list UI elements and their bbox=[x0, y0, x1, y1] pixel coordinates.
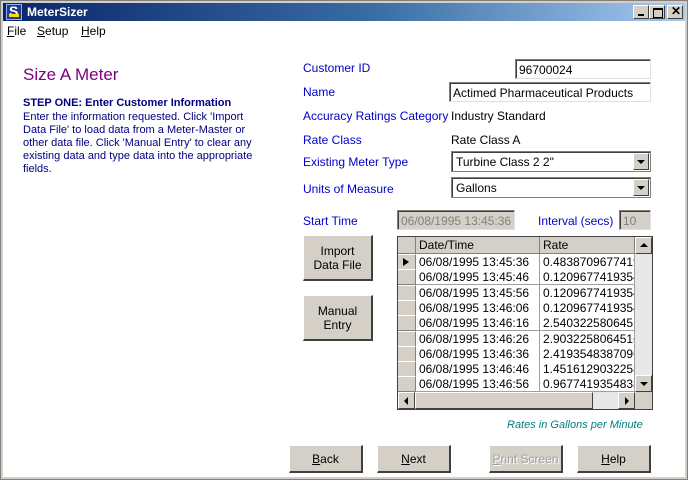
name-field[interactable]: Actimed Pharmaceutical Products bbox=[449, 82, 651, 102]
customer-id-field[interactable]: 96700024 bbox=[515, 59, 651, 79]
help-button[interactable]: Help bbox=[577, 445, 651, 473]
grid-cell-datetime[interactable]: 06/08/1995 13:46:16 bbox=[416, 315, 540, 331]
grid-cell-rate[interactable]: 2.54032258064516 bbox=[540, 315, 635, 331]
maximize-button[interactable] bbox=[649, 5, 665, 19]
print-screen-button[interactable]: Print Screen bbox=[489, 445, 563, 473]
grid-cell-datetime[interactable]: 06/08/1995 13:45:46 bbox=[416, 269, 540, 285]
horizontal-scrollbar[interactable] bbox=[398, 392, 635, 409]
row-selector[interactable] bbox=[398, 376, 416, 392]
meter-type-select[interactable]: Turbine Class 2 2" bbox=[451, 151, 651, 172]
row-selector[interactable] bbox=[398, 315, 416, 331]
back-button[interactable]: Back bbox=[289, 445, 363, 473]
grid-cell-rate[interactable]: 0.48387096774193 bbox=[540, 254, 635, 270]
grid-cell-datetime[interactable]: 06/08/1995 13:46:26 bbox=[416, 331, 540, 347]
vertical-scrollbar[interactable] bbox=[635, 237, 652, 392]
grid-cell-datetime[interactable]: 06/08/1995 13:46:46 bbox=[416, 361, 540, 377]
chevron-down-icon[interactable] bbox=[633, 153, 649, 170]
row-selector[interactable] bbox=[398, 346, 416, 362]
interval-field: 10 bbox=[619, 210, 651, 230]
step-heading: STEP ONE: Enter Customer Information bbox=[23, 97, 232, 109]
units-label: Units of Measure bbox=[303, 182, 394, 196]
grid-cell-datetime[interactable]: 06/08/1995 13:46:36 bbox=[416, 346, 540, 362]
close-button[interactable]: ✕ bbox=[667, 4, 683, 19]
interval-label: Interval (secs) bbox=[538, 214, 614, 228]
grid-cell-rate[interactable]: 0.12096774193548 bbox=[540, 300, 635, 316]
row-selector[interactable] bbox=[398, 331, 416, 347]
menu-bar: File Setup Help bbox=[3, 21, 685, 41]
instructions-text: Enter the information requested. Click '… bbox=[23, 111, 253, 175]
name-label: Name bbox=[303, 85, 336, 99]
units-select[interactable]: Gallons bbox=[451, 177, 651, 198]
rate-data-grid[interactable]: Date/Time Rate 06/08/1995 13:45:36 0.4838… bbox=[397, 236, 653, 410]
units-value: Gallons bbox=[456, 181, 497, 195]
app-window: S MeterSizer ✕ File Setup Help Size A Me… bbox=[0, 0, 688, 480]
grid-cell-rate[interactable]: 0.96774193548387 bbox=[540, 376, 635, 392]
grid-corner-header bbox=[398, 237, 416, 254]
current-row-pointer-icon bbox=[403, 258, 409, 266]
grid-cell-rate[interactable]: 2.41935483870967 bbox=[540, 346, 635, 362]
row-selector[interactable] bbox=[398, 300, 416, 316]
grid-cell-rate[interactable]: 0.12096774193548 bbox=[540, 269, 635, 285]
rates-units-note: Rates in Gallons per Minute bbox=[507, 419, 643, 431]
grid-cell-datetime[interactable]: 06/08/1995 13:46:56 bbox=[416, 376, 540, 392]
row-selector[interactable] bbox=[398, 361, 416, 377]
page-title: Size A Meter bbox=[23, 65, 119, 84]
rate-class-label: Rate Class bbox=[303, 133, 362, 147]
app-icon[interactable]: S bbox=[6, 3, 22, 20]
minimize-button[interactable] bbox=[633, 5, 649, 19]
scroll-right-button[interactable] bbox=[618, 392, 635, 409]
customer-id-label: Customer ID bbox=[303, 61, 371, 75]
accuracy-label: Accuracy Ratings Category bbox=[303, 109, 449, 123]
import-data-file-button[interactable]: Import Data File bbox=[303, 235, 373, 281]
window-title: MeterSizer bbox=[27, 5, 88, 19]
grid-cell-datetime[interactable]: 06/08/1995 13:45:56 bbox=[416, 285, 540, 301]
column-header-rate[interactable]: Rate bbox=[540, 237, 635, 254]
title-bar[interactable]: S MeterSizer ✕ bbox=[3, 3, 685, 21]
scroll-up-button[interactable] bbox=[635, 237, 652, 254]
column-header-datetime[interactable]: Date/Time bbox=[416, 237, 540, 254]
rate-class-value: Rate Class A bbox=[451, 133, 521, 147]
grid-cell-datetime[interactable]: 06/08/1995 13:46:06 bbox=[416, 300, 540, 316]
horizontal-scroll-thumb[interactable] bbox=[415, 392, 593, 409]
start-time-field: 06/08/1995 13:45:36 bbox=[397, 210, 515, 230]
row-selector[interactable] bbox=[398, 269, 416, 285]
scroll-down-button[interactable] bbox=[635, 375, 652, 392]
grid-cell-rate[interactable]: 2.90322580645161 bbox=[540, 331, 635, 347]
meter-type-label: Existing Meter Type bbox=[303, 155, 409, 169]
grid-cell-datetime[interactable]: 06/08/1995 13:45:36 bbox=[416, 254, 540, 270]
main-panel: Size A Meter STEP ONE: Enter Customer In… bbox=[3, 41, 685, 477]
meter-type-value: Turbine Class 2 2" bbox=[456, 155, 554, 169]
next-button[interactable]: Next bbox=[377, 445, 451, 473]
row-selector[interactable] bbox=[398, 254, 416, 270]
chevron-down-icon[interactable] bbox=[633, 179, 649, 196]
grid-cell-rate[interactable]: 1.45161290322580 bbox=[540, 361, 635, 377]
menu-help[interactable]: Help bbox=[81, 24, 106, 38]
close-icon: ✕ bbox=[671, 4, 682, 18]
menu-setup[interactable]: Setup bbox=[37, 24, 68, 38]
scroll-left-button[interactable] bbox=[398, 392, 415, 409]
start-time-label: Start Time bbox=[303, 214, 358, 228]
accuracy-value: Industry Standard bbox=[451, 109, 546, 123]
menu-file[interactable]: File bbox=[7, 24, 26, 38]
manual-entry-button[interactable]: Manual Entry bbox=[303, 295, 373, 341]
row-selector[interactable] bbox=[398, 285, 416, 301]
scroll-corner bbox=[635, 392, 652, 409]
grid-cell-rate[interactable]: 0.12096774193548 bbox=[540, 285, 635, 301]
